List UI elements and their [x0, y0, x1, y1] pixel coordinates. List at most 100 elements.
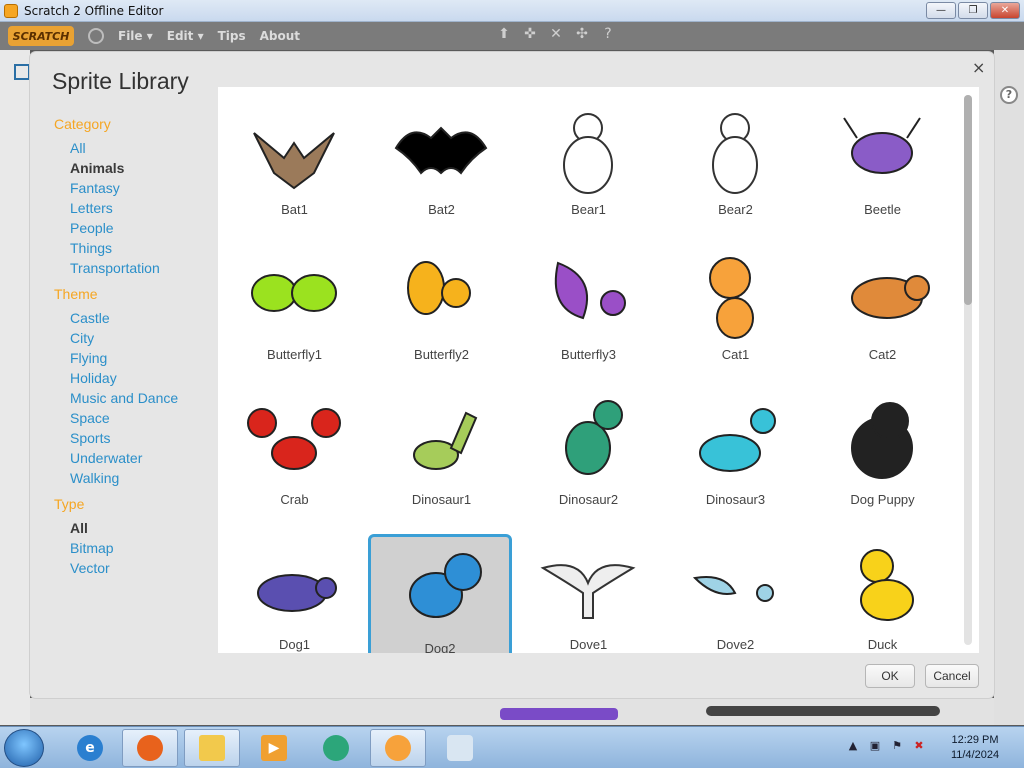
taskbar-firefox[interactable] — [122, 729, 178, 767]
scratch-icon — [385, 735, 411, 761]
sprite-tile[interactable]: Bear1 — [518, 103, 659, 244]
theme-space[interactable]: Space — [54, 408, 224, 428]
sprite-tile[interactable]: Crab — [224, 393, 365, 534]
close-window-button[interactable]: ✕ — [990, 2, 1020, 19]
taskbar-clock[interactable]: 12:29 PM 11/4/2024 — [938, 733, 1012, 763]
window-title: Scratch 2 Offline Editor — [24, 3, 164, 18]
taskbar-paint[interactable] — [432, 729, 488, 767]
scratch-logo[interactable]: SCRATCH — [8, 26, 74, 46]
theme-underwater[interactable]: Underwater — [54, 448, 224, 468]
sprite-name: Butterfly1 — [267, 347, 322, 362]
dog-puppy-icon — [832, 393, 932, 488]
category-letters[interactable]: Letters — [54, 198, 224, 218]
sprite-tile[interactable]: Duck — [812, 538, 953, 653]
menu-file[interactable]: File ▾ — [118, 29, 153, 43]
taskbar-scratch[interactable] — [370, 729, 426, 767]
shrink-tool-icon[interactable]: ✣ — [574, 26, 590, 44]
help-tool-icon[interactable]: ? — [600, 26, 616, 44]
menu-edit[interactable]: Edit ▾ — [167, 29, 204, 43]
sprite-tile[interactable]: Cat2 — [812, 248, 953, 389]
sprite-tile[interactable]: Butterfly3 — [518, 248, 659, 389]
sprite-tile[interactable]: Dog1 — [224, 538, 365, 653]
sprite-tile[interactable]: Beetle — [812, 103, 953, 244]
dialog-close-icon[interactable]: × — [972, 58, 985, 77]
sprite-name: Bear2 — [718, 202, 753, 217]
sprite-tile[interactable]: Dove1 — [518, 538, 659, 653]
taskbar-app[interactable] — [308, 729, 364, 767]
category-animals[interactable]: Animals — [54, 158, 224, 178]
theme-heading: Theme — [54, 286, 98, 302]
theme-castle[interactable]: Castle — [54, 308, 224, 328]
sprite-name: Bear1 — [571, 202, 606, 217]
cancel-button[interactable]: Cancel — [925, 664, 979, 688]
sprite-name: Dove1 — [569, 637, 608, 652]
taskbar-internet-explorer[interactable]: e — [62, 729, 118, 767]
menu-about[interactable]: About — [260, 29, 300, 43]
taskbar-media-player[interactable]: ▶ — [246, 729, 302, 767]
dove1-icon — [538, 538, 638, 633]
stage-mode-icon — [14, 64, 30, 80]
sprite-tile[interactable]: Dove2 — [665, 538, 806, 653]
sprite-tile[interactable]: Dinosaur3 — [665, 393, 806, 534]
type-bitmap[interactable]: Bitmap — [54, 538, 224, 558]
theme-flying[interactable]: Flying — [54, 348, 224, 368]
sprite-tile[interactable]: Dog Puppy — [812, 393, 953, 534]
theme-city[interactable]: City — [54, 328, 224, 348]
type-vector[interactable]: Vector — [54, 558, 224, 578]
category-all[interactable]: All — [54, 138, 224, 158]
scrollbar-thumb[interactable] — [964, 95, 972, 305]
restore-button[interactable]: ❐ — [958, 2, 988, 19]
action-center-flag-icon[interactable]: ⚑ — [890, 739, 904, 753]
sprite-name: Crab — [280, 492, 309, 507]
start-button[interactable] — [4, 729, 44, 767]
cat1-icon — [685, 248, 785, 343]
theme-holiday[interactable]: Holiday — [54, 368, 224, 388]
dialog-title: Sprite Library — [52, 68, 189, 94]
editor-background-bottom — [30, 698, 994, 725]
sprite-tile[interactable]: Dinosaur1 — [371, 393, 512, 534]
dog2-icon — [391, 537, 491, 632]
duck-icon — [832, 538, 932, 633]
type-all[interactable]: All — [54, 518, 224, 538]
script-block — [500, 708, 618, 720]
theme-sports[interactable]: Sports — [54, 428, 224, 448]
sprite-tile[interactable]: Cat1 — [665, 248, 806, 389]
sprite-name: Dinosaur1 — [411, 492, 472, 507]
category-fantasy[interactable]: Fantasy — [54, 178, 224, 198]
ok-button[interactable]: OK — [865, 664, 915, 688]
category-transportation[interactable]: Transportation — [54, 258, 224, 278]
theme-walking[interactable]: Walking — [54, 468, 224, 488]
category-people[interactable]: People — [54, 218, 224, 238]
sprite-name: Dinosaur3 — [705, 492, 766, 507]
grow-tool-icon[interactable]: ✕ — [548, 26, 564, 44]
sprite-tile[interactable]: Bear2 — [665, 103, 806, 244]
window-titlebar: Scratch 2 Offline Editor — ❐ ✕ — [0, 0, 1024, 22]
language-globe-icon[interactable] — [88, 28, 104, 44]
category-things[interactable]: Things — [54, 238, 224, 258]
cut-tool-icon[interactable]: ✜ — [522, 26, 538, 44]
help-icon: ? — [1000, 86, 1018, 104]
volume-muted-icon[interactable]: ✖ — [912, 739, 926, 753]
network-icon[interactable]: ▣ — [868, 739, 882, 753]
sprite-name: Dog2 — [424, 641, 456, 653]
theme-music-and-dance[interactable]: Music and Dance — [54, 388, 224, 408]
sprite-tile[interactable]: Bat2 — [371, 103, 512, 244]
sprite-tile[interactable]: Butterfly2 — [371, 248, 512, 389]
taskbar-file-explorer[interactable] — [184, 729, 240, 767]
dog1-icon — [244, 538, 344, 633]
sprite-tile[interactable]: Dog2 — [368, 534, 512, 653]
show-hidden-icons-icon[interactable]: ▲ — [846, 739, 860, 753]
editor-background-left — [0, 50, 30, 725]
internet-explorer-icon: e — [77, 735, 103, 761]
sprite-tile[interactable]: Dinosaur2 — [518, 393, 659, 534]
sprite-tile[interactable]: Bat1 — [224, 103, 365, 244]
minimize-button[interactable]: — — [926, 2, 956, 19]
copy-tool-icon[interactable]: ⬆ — [496, 26, 512, 44]
sprite-tile[interactable]: Butterfly1 — [224, 248, 365, 389]
menu-tips[interactable]: Tips — [218, 29, 246, 43]
sprite-name: Beetle — [864, 202, 901, 217]
sprite-grid: Bat1 Bat2 Bear1 Bear2 Beetle Butterfly1 Butter… — [224, 103, 959, 653]
app-icon — [323, 735, 349, 761]
sprite-grid-scrollbar[interactable] — [964, 95, 972, 645]
sprite-grid-panel: Bat1 Bat2 Bear1 Bear2 Beetle Butterfly1 Butter… — [218, 87, 979, 653]
